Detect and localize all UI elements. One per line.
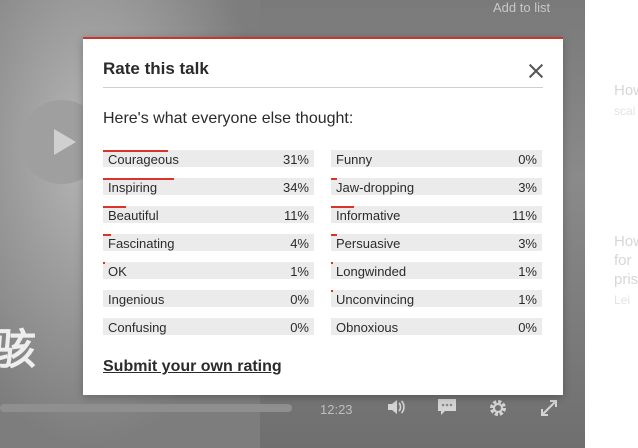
rating-percentage: 0% bbox=[290, 292, 309, 307]
related-talk-speaker: Lei bbox=[614, 293, 631, 307]
rating-percentage: 11% bbox=[511, 208, 537, 223]
rating-label: Jaw-dropping bbox=[336, 180, 415, 195]
related-talk-title[interactable]: How bbox=[614, 81, 638, 100]
rating-label: OK bbox=[108, 264, 127, 279]
rating-percentage: 0% bbox=[518, 152, 537, 167]
rating-percentage: 1% bbox=[290, 264, 309, 279]
rating-percentage: 34% bbox=[282, 180, 309, 195]
rating-label: Obnoxious bbox=[336, 320, 399, 335]
rating-row: OK 1% bbox=[103, 262, 314, 279]
rate-talk-dialog: Rate this talk Here's what everyone else… bbox=[83, 37, 563, 395]
rating-row: Confusing 0% bbox=[103, 318, 314, 335]
rating-label: Courageous bbox=[108, 152, 179, 167]
rating-row: Persuasive 3% bbox=[331, 234, 542, 251]
rating-bar bbox=[331, 290, 334, 292]
rating-row: Inspiring 34% bbox=[103, 178, 314, 195]
rating-row: Unconvincing 1% bbox=[331, 290, 542, 307]
rating-percentage: 3% bbox=[518, 180, 537, 195]
related-talks-sidebar bbox=[585, 0, 638, 448]
rating-label: Confusing bbox=[108, 320, 167, 335]
rating-label: Beautiful bbox=[108, 208, 159, 223]
rating-row: Beautiful 11% bbox=[103, 206, 314, 223]
rating-row: Longwinded 1% bbox=[331, 262, 542, 279]
rating-bar bbox=[331, 262, 334, 264]
volume-icon[interactable] bbox=[385, 398, 407, 420]
rating-percentage: 31% bbox=[282, 152, 309, 167]
video-progress-bar[interactable] bbox=[0, 404, 292, 412]
settings-gear-icon[interactable] bbox=[487, 398, 509, 420]
rating-row: Jaw-dropping 3% bbox=[331, 178, 542, 195]
add-to-list-button[interactable]: Add to list bbox=[493, 0, 550, 15]
dialog-subtitle: Here's what everyone else thought: bbox=[103, 110, 354, 127]
related-talk-title[interactable]: for bbox=[614, 251, 632, 270]
rating-label: Fascinating bbox=[108, 236, 175, 251]
rating-percentage: 0% bbox=[518, 320, 537, 335]
rating-row: Courageous 31% bbox=[103, 150, 314, 167]
rating-percentage: 11% bbox=[283, 208, 309, 223]
rating-row: Funny 0% bbox=[331, 150, 542, 167]
rating-row: Ingenious 0% bbox=[103, 290, 314, 307]
fullscreen-icon[interactable] bbox=[538, 398, 560, 420]
rating-label: Inspiring bbox=[108, 180, 158, 195]
related-talk-title[interactable]: How bbox=[614, 232, 638, 251]
rating-bar bbox=[103, 262, 106, 264]
dialog-title: Rate this talk bbox=[103, 59, 209, 78]
rating-row: Fascinating 4% bbox=[103, 234, 314, 251]
video-time: 12:23 bbox=[320, 402, 353, 417]
subtitles-icon[interactable] bbox=[436, 398, 458, 420]
ratings-column-right: Funny 0% Jaw-dropping 3% Informative 11% Persu… bbox=[331, 150, 542, 346]
submit-rating-link[interactable]: Submit your own rating bbox=[103, 358, 282, 376]
rating-percentage: 4% bbox=[290, 236, 309, 251]
rating-label: Longwinded bbox=[336, 264, 407, 279]
divider bbox=[103, 87, 543, 88]
rating-percentage: 3% bbox=[518, 236, 537, 251]
rating-percentage: 1% bbox=[518, 292, 537, 307]
ratings-column-left: Courageous 31% Inspiring 34% Beautiful 11% Fas… bbox=[103, 150, 314, 346]
rating-label: Informative bbox=[336, 208, 401, 223]
related-talk-title[interactable]: pris bbox=[614, 270, 638, 289]
rating-percentage: 1% bbox=[518, 264, 537, 279]
rating-row: Obnoxious 0% bbox=[331, 318, 542, 335]
related-talk-speaker: scal bbox=[614, 104, 636, 118]
rating-label: Unconvincing bbox=[336, 292, 415, 307]
rating-percentage: 0% bbox=[290, 320, 309, 335]
close-icon[interactable] bbox=[526, 61, 546, 81]
rating-label: Funny bbox=[336, 152, 373, 167]
rating-label: Persuasive bbox=[336, 236, 401, 251]
rating-label: Ingenious bbox=[108, 292, 165, 307]
video-overlay-text: 骇 bbox=[0, 325, 37, 374]
rating-row: Informative 11% bbox=[331, 206, 542, 223]
